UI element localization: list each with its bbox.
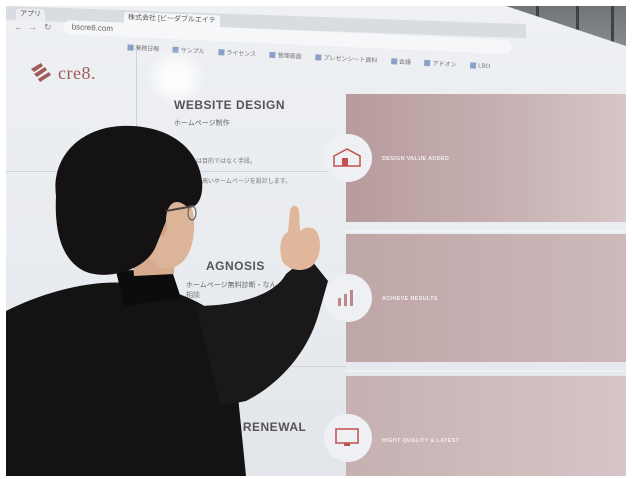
presenter — [6, 125, 328, 476]
photo: アプリ 株式会社 [ビーダブルエイテ ← → ↻ bscre8.com 業務日報… — [6, 6, 626, 476]
